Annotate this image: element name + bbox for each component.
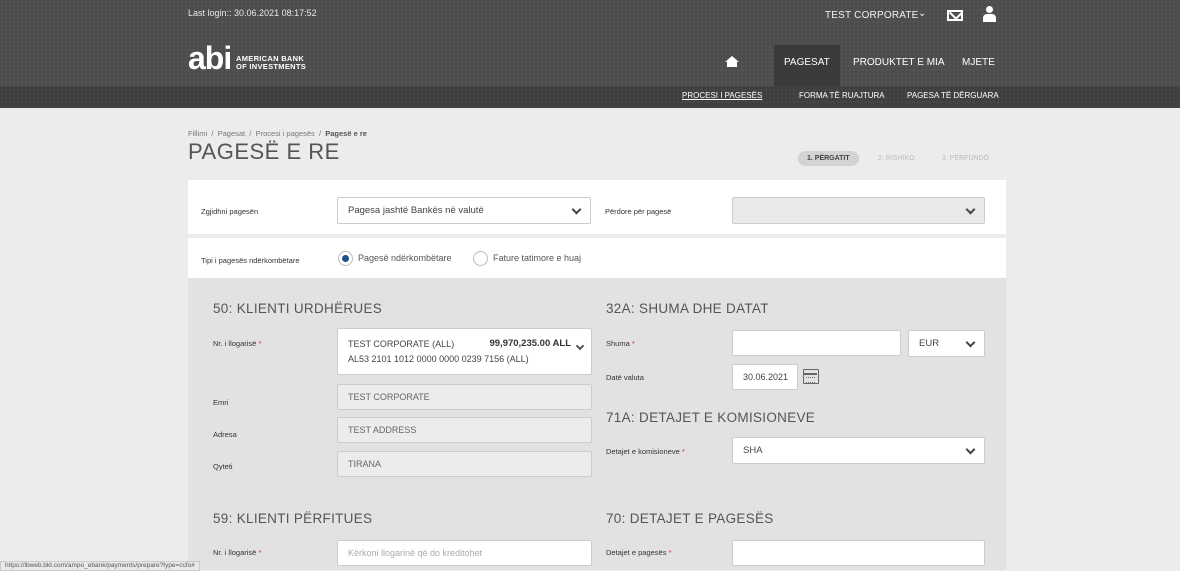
payment-details-title: 70: DETAJET E PAGESËS <box>606 511 774 526</box>
subnav-forma-te-ruajtura[interactable]: FORMA TË RUAJTURA <box>799 91 885 100</box>
main-nav-bar <box>0 34 1180 86</box>
mail-icon[interactable] <box>947 10 963 21</box>
chevron-down-icon <box>965 204 976 215</box>
breadcrumb-current: Pagesë e re <box>325 129 367 138</box>
name-field[interactable]: TEST CORPORATE <box>337 384 592 410</box>
logo-mark: abi <box>188 40 232 76</box>
nav-pagesat[interactable]: PAGESAT <box>784 57 830 68</box>
ordering-client-title: 50: KLIENTI URDHËRUES <box>213 301 383 316</box>
chevron-down-icon[interactable]: ⌄ <box>918 8 926 19</box>
user-icon[interactable] <box>983 6 996 22</box>
radio-intl-payment-label[interactable]: Pagesë ndërkombëtare <box>358 253 452 263</box>
logo-text: AMERICAN BANK OF INVESTMENTS <box>236 54 307 71</box>
use-for-payment-label: Përdore për pagesë <box>605 207 672 216</box>
amount-label: Shuma * <box>606 339 635 348</box>
calendar-icon[interactable] <box>803 369 819 384</box>
commission-select[interactable]: SHA <box>732 437 985 464</box>
step-prepare: 1. PËRGATIT <box>798 151 859 166</box>
account-balance: 99,970,235.00 ALL <box>489 338 571 349</box>
radio-intl-payment[interactable] <box>338 251 353 266</box>
payment-details-field[interactable] <box>732 540 985 566</box>
chevron-down-icon <box>575 341 585 351</box>
currency-select[interactable]: EUR <box>908 330 985 357</box>
address-label: Adresa <box>213 430 237 439</box>
top-bar <box>0 0 1180 34</box>
home-icon[interactable] <box>725 56 739 67</box>
step-review: 2. RISHIKO <box>878 155 915 162</box>
account-iban: AL53 2101 1012 0000 0000 0239 7156 (ALL) <box>348 354 529 364</box>
city-field[interactable]: TIRANA <box>337 451 592 477</box>
use-for-payment-select[interactable] <box>732 197 985 224</box>
sub-nav-bar <box>0 86 1180 108</box>
commission-section-title: 71A: DETAJET E KOMISIONEVE <box>606 410 816 425</box>
nav-mjete[interactable]: MJETE <box>962 57 995 68</box>
name-label: Emri <box>213 398 229 407</box>
beneficiary-title: 59: KLIENTI PËRFITUES <box>213 511 373 526</box>
chevron-down-icon <box>965 444 976 455</box>
commission-label: Detajet e komisioneve * <box>606 447 685 456</box>
breadcrumb-item[interactable]: Fillimi <box>188 129 207 138</box>
payment-details-label: Detajet e pagesës * <box>606 548 672 557</box>
payment-type-select[interactable]: Pagesa jashtë Bankës në valutë <box>337 197 591 224</box>
breadcrumb-item[interactable]: Procesi i pagesës <box>256 129 315 138</box>
step-finish: 3. PËRFUNDO <box>942 155 990 162</box>
payment-form-panel <box>188 278 1006 570</box>
last-login: Last login:: 30.06.2021 08:17:52 <box>188 8 317 18</box>
subnav-pagesa-te-derguara[interactable]: PAGESA TË DËRGUARA <box>907 91 999 100</box>
subnav-procesi-i-pageses[interactable]: PROCESI I PAGESËS <box>682 91 762 100</box>
ordering-account-select[interactable]: TEST CORPORATE (ALL) 99,970,235.00 ALL A… <box>337 328 592 375</box>
amount-section-title: 32A: SHUMA DHE DATAT <box>606 301 769 316</box>
intl-type-panel <box>188 238 1006 278</box>
user-menu[interactable]: TEST CORPORATE <box>825 10 919 21</box>
city-label: Qyteti <box>213 462 233 471</box>
page-title: PAGESË E RE <box>188 139 340 164</box>
beneficiary-account-label: Nr. i llogarisë * <box>213 548 262 557</box>
nav-produktet-e-mia[interactable]: PRODUKTET E MIA <box>853 57 945 68</box>
radio-foreign-tax-invoice[interactable] <box>473 251 488 266</box>
chevron-down-icon <box>965 337 976 348</box>
chevron-down-icon <box>571 204 582 215</box>
account-name: TEST CORPORATE (ALL) <box>348 339 455 349</box>
address-field[interactable]: TEST ADDRESS <box>337 417 592 443</box>
value-date-field[interactable]: 30.06.2021 <box>732 364 798 390</box>
intl-type-label: Tipi i pagesës ndërkombëtare <box>201 256 300 265</box>
amount-field[interactable] <box>732 330 901 356</box>
payment-select-label: Zgjidhni pagesën <box>201 207 259 216</box>
radio-foreign-tax-invoice-label[interactable]: Fature tatimore e huaj <box>493 253 581 263</box>
breadcrumb: Fillimi / Pagesat / Procesi i pagesës / … <box>188 129 367 138</box>
breadcrumb-item[interactable]: Pagesat <box>218 129 246 138</box>
ordering-account-label: Nr. i llogarisë * <box>213 339 262 348</box>
beneficiary-account-search[interactable]: Kërkoni llogarinë që do kreditohet <box>337 540 592 566</box>
value-date-label: Datë valuta <box>606 373 644 382</box>
